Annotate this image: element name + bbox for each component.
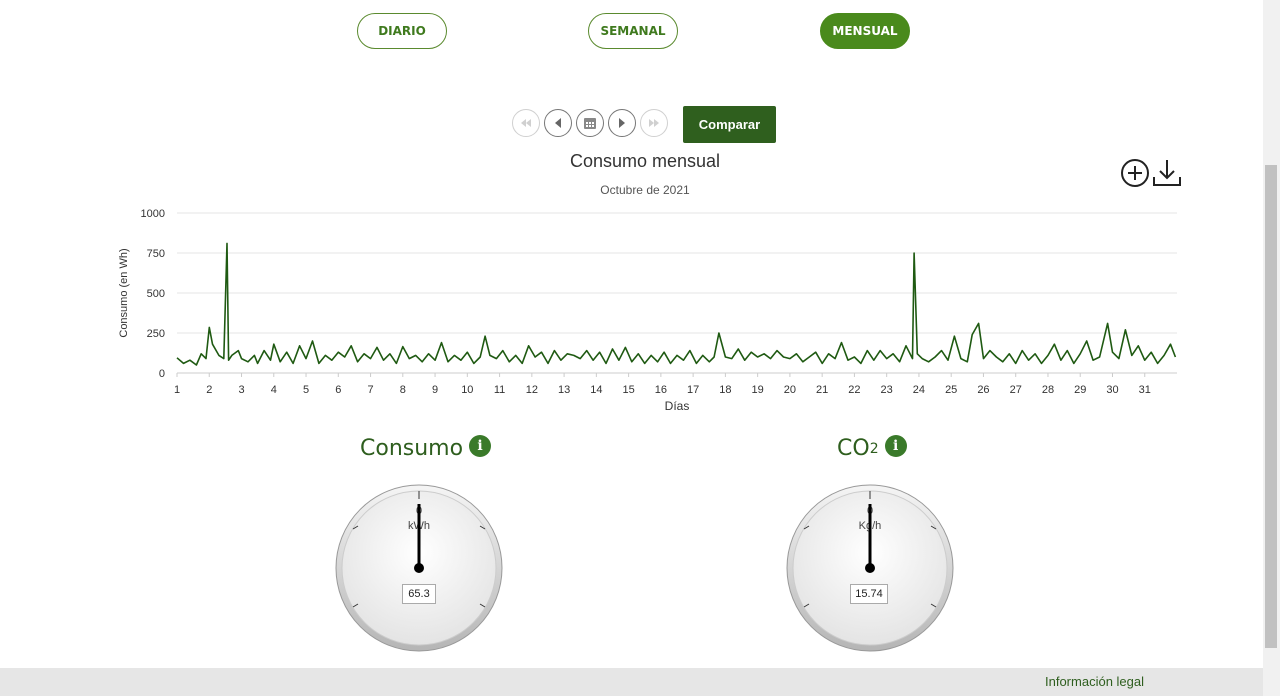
x-tick-label: 30	[1106, 384, 1118, 396]
scrollbar-thumb[interactable]	[1265, 165, 1277, 648]
first-icon	[521, 119, 531, 127]
x-tick-label: 7	[367, 384, 373, 396]
x-tick-label: 21	[816, 384, 828, 396]
consumption-series-line	[176, 242, 1177, 366]
compare-button[interactable]: Comparar	[683, 106, 776, 143]
consumo-gauge: 0 kWh	[335, 484, 503, 652]
x-tick-label: 12	[526, 384, 538, 396]
y-tick-label: 250	[147, 328, 165, 340]
x-tick-label: 28	[1042, 384, 1054, 396]
x-tick-label: 31	[1139, 384, 1151, 396]
gauge-value: 65.3	[402, 584, 436, 604]
tab-mensual[interactable]: MENSUAL	[820, 13, 910, 49]
gauge-title-consumo: Consumo i	[360, 434, 492, 461]
download-icon[interactable]	[1151, 157, 1183, 189]
first-button[interactable]	[512, 109, 540, 137]
previous-icon	[555, 118, 561, 128]
x-tick-label: 24	[913, 384, 925, 396]
x-tick-label: 4	[271, 384, 277, 396]
x-tick-label: 3	[238, 384, 244, 396]
x-axis-label: Días	[665, 399, 690, 413]
footer: Información legal	[0, 668, 1263, 696]
last-icon	[649, 119, 659, 127]
x-tick-label: 17	[687, 384, 699, 396]
x-tick-label: 8	[400, 384, 406, 396]
x-tick-label: 29	[1074, 384, 1086, 396]
chart-title: Consumo mensual	[569, 151, 721, 171]
legal-info-link[interactable]: Información legal	[1045, 674, 1144, 689]
x-tick-label: 5	[303, 384, 309, 396]
y-tick-label: 750	[147, 248, 165, 260]
y-tick-label: 0	[159, 368, 165, 380]
x-tick-label: 18	[719, 384, 731, 396]
x-tick-label: 26	[977, 384, 989, 396]
last-button[interactable]	[640, 109, 668, 137]
page: DIARIO SEMANAL MENSUAL Comparar Consumo …	[0, 0, 1263, 696]
x-tick-label: 10	[461, 384, 473, 396]
tab-semanal[interactable]: SEMANAL	[588, 13, 678, 49]
gauge-title-subscript: 2	[869, 440, 879, 457]
consumption-chart: 025050075010001 2 3 4 5 6 7 8 9 10 11 12 13 14 15 16 17 1…	[118, 208, 1177, 413]
x-tick-label: 14	[590, 384, 602, 396]
info-icon[interactable]: i	[884, 434, 907, 457]
gauge-title-co2: CO 2 i	[837, 434, 907, 461]
x-tick-label: 19	[752, 384, 764, 396]
zoom-in-icon[interactable]	[1119, 157, 1151, 189]
y-tick-label: 500	[147, 288, 165, 300]
x-tick-label: 2	[206, 384, 212, 396]
x-tick-label: 22	[848, 384, 860, 396]
previous-button[interactable]	[544, 109, 572, 137]
x-tick-label: 6	[335, 384, 341, 396]
gauge-value: 15.74	[850, 584, 888, 604]
x-tick-label: 13	[558, 384, 570, 396]
tab-diario[interactable]: DIARIO	[357, 13, 447, 49]
y-axis-label: Consumo (en Wh)	[118, 248, 130, 337]
x-tick-label: 1	[174, 384, 180, 396]
x-tick-label: 20	[784, 384, 796, 396]
x-tick-label: 23	[881, 384, 893, 396]
chart-subtitle: Octubre de 2021	[600, 183, 690, 197]
gauge-title-text: CO	[837, 436, 870, 461]
calendar-button[interactable]	[576, 109, 604, 137]
x-tick-label: 9	[432, 384, 438, 396]
calendar-icon	[584, 118, 596, 129]
co2-gauge: 0 Kg/h	[786, 484, 954, 652]
info-icon[interactable]: i	[469, 434, 492, 457]
x-tick-label: 11	[494, 384, 505, 396]
next-icon	[619, 118, 625, 128]
y-tick-label: 1000	[141, 208, 165, 220]
gauge-title-text: Consumo	[360, 436, 464, 461]
next-button[interactable]	[608, 109, 636, 137]
x-tick-label: 27	[1010, 384, 1022, 396]
x-tick-label: 25	[945, 384, 957, 396]
x-tick-label: 15	[622, 384, 634, 396]
x-tick-label: 16	[655, 384, 667, 396]
